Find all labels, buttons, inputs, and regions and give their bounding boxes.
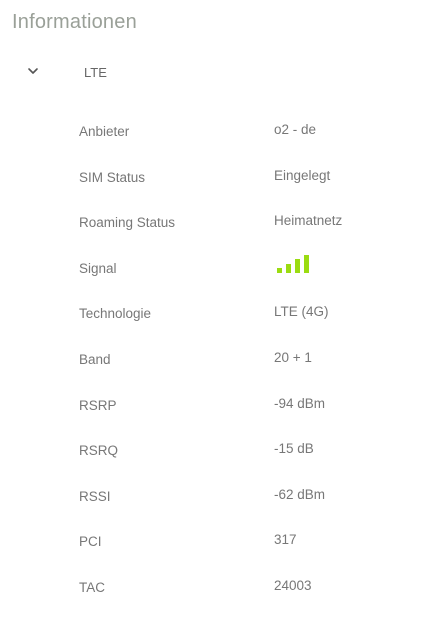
signal-bar-4 — [304, 254, 309, 273]
row-value: -62 dBm — [274, 486, 326, 502]
info-row-provider: Anbieter o2 - de — [0, 116, 425, 162]
info-row-tac: TAC 24003 — [0, 572, 425, 618]
row-label: Technologie — [79, 306, 152, 322]
row-label: PCI — [79, 534, 102, 550]
row-label: Signal — [79, 260, 117, 276]
row-value: LTE (4G) — [274, 304, 329, 320]
row-label: RSRP — [79, 397, 117, 413]
signal-bar-3 — [295, 258, 300, 273]
signal-strength-icon — [277, 253, 317, 273]
row-value: 24003 — [274, 577, 312, 593]
row-value: Eingelegt — [274, 167, 331, 183]
row-value: Heimatnetz — [274, 213, 343, 229]
row-label: Anbieter — [79, 124, 130, 139]
row-value: -15 dB — [274, 441, 314, 457]
signal-bar-2 — [286, 263, 291, 273]
info-row-band: Band 20 + 1 — [0, 344, 425, 390]
info-row-sim-status: SIM Status Eingelegt — [0, 162, 425, 208]
info-row-rsrq: RSRQ -15 dB — [0, 435, 425, 481]
row-label: SIM Status — [79, 169, 146, 185]
row-label: RSSI — [79, 488, 111, 504]
info-row-pci: PCI 317 — [0, 526, 425, 572]
info-row-rsrp: RSRP -94 dBm — [0, 390, 425, 436]
section-title: LTE — [84, 65, 107, 80]
info-table: Anbieter o2 - de SIM Status Eingelegt Ro… — [0, 116, 425, 618]
row-label: TAC — [79, 579, 105, 595]
info-row-signal: Signal — [0, 253, 425, 299]
page-title: Informationen — [12, 11, 137, 33]
chevron-down-icon[interactable] — [26, 64, 40, 78]
row-label: RSRQ — [79, 443, 119, 459]
row-label: Band — [79, 351, 111, 367]
info-row-roaming-status: Roaming Status Heimatnetz — [0, 207, 425, 253]
row-label: Roaming Status — [79, 215, 176, 231]
signal-bar-1 — [277, 267, 282, 273]
row-value: 317 — [274, 532, 297, 548]
row-value: 20 + 1 — [274, 349, 312, 365]
info-row-rssi: RSSI -62 dBm — [0, 481, 425, 527]
lte-section-header[interactable]: LTE — [0, 58, 425, 90]
row-value: o2 - de — [274, 122, 317, 137]
row-value: -94 dBm — [274, 395, 326, 411]
info-row-technology: Technologie LTE (4G) — [0, 298, 425, 344]
